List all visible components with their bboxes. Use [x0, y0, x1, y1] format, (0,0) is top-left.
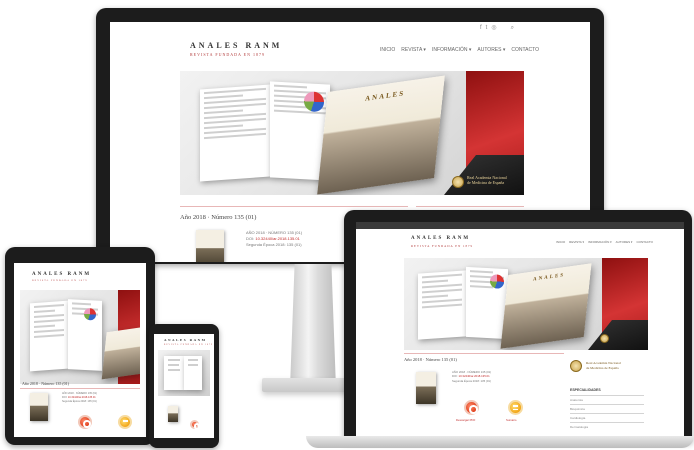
- instagram-icon[interactable]: ◎: [491, 25, 500, 31]
- doi-prefix: DOI:: [246, 236, 255, 242]
- academy-crest-icon: [600, 334, 609, 343]
- pie-figure: [84, 307, 96, 321]
- issue-title[interactable]: Año 2018 · Número 135 (01): [180, 214, 256, 221]
- issue-thumbnail[interactable]: [30, 393, 48, 421]
- summary-icon[interactable]: [118, 415, 132, 429]
- pie-figure: [490, 274, 504, 289]
- nav-revista[interactable]: REVISTA ▾: [401, 47, 426, 53]
- divider-line: [404, 353, 564, 354]
- sidebar-item[interactable]: Cardiología: [570, 416, 585, 420]
- hero-dark-panel: [588, 320, 648, 350]
- journal-cover: ANALES: [317, 75, 445, 195]
- summary-label[interactable]: Sumario: [506, 418, 516, 422]
- pdf-download-label[interactable]: Descargar PDF: [456, 418, 475, 422]
- issue-title[interactable]: Año 2018 · Número 135 (01): [22, 381, 69, 386]
- nav-autores[interactable]: AUTORES ▾: [616, 240, 633, 244]
- pdf-download-icon[interactable]: [464, 400, 479, 415]
- phone-screen: ANALES RANM REVISTA FUNDADA EN 1879: [154, 334, 214, 438]
- meta-epoch: Segunda Época 2018: 135 (01): [62, 399, 97, 403]
- pdf-download-icon[interactable]: [190, 420, 200, 430]
- issue-meta: AÑO 2018 · NÚMERO 135 (01) DOI: 10.32440…: [246, 230, 302, 249]
- doi-link[interactable]: 10.32440/ar.2018.135.01: [459, 374, 490, 378]
- journal-cover: [101, 326, 140, 380]
- pdf-download-icon[interactable]: [78, 415, 92, 429]
- nav-inicio[interactable]: INICIO: [556, 240, 565, 244]
- institution-line-1: Real Academia Nacional: [586, 361, 621, 365]
- institution-line-2: de Medicina de España: [467, 180, 505, 186]
- open-journal-left: [200, 84, 270, 182]
- sidebar-item[interactable]: Bioquímica: [570, 407, 585, 411]
- issue-thumbnail[interactable]: [196, 230, 224, 262]
- open-journal-left: [30, 300, 68, 372]
- nav-contacto[interactable]: CONTACTO: [636, 240, 653, 244]
- sidebar-divider: [570, 395, 644, 396]
- cover-title: ANALES: [532, 273, 566, 283]
- sidebar-item[interactable]: Dermatología: [570, 425, 588, 429]
- logo-subtitle: REVISTA FUNDADA EN 1879: [164, 344, 214, 346]
- logo-title[interactable]: ANALES RANM: [32, 272, 91, 277]
- open-journal-right: [184, 356, 202, 390]
- monitor-stand: [290, 264, 336, 388]
- issue-thumbnail[interactable]: [168, 406, 178, 422]
- hero-banner: ANALES Real Academia Nacional de Medicin…: [180, 71, 524, 195]
- doi-prefix: DOI:: [62, 395, 68, 399]
- main-nav: INICIO REVISTA ▾ INFORMACIÓN ▾ AUTORES ▾…: [556, 240, 653, 244]
- sidebar-item[interactable]: Anatomía: [570, 398, 583, 402]
- sidebar-divider: [570, 404, 644, 405]
- divider-line: [20, 388, 140, 389]
- academy-crest-icon: [570, 360, 582, 372]
- hero-banner: [20, 290, 140, 384]
- sidebar-divider: [570, 422, 644, 423]
- cover-title: ANALES: [364, 89, 406, 103]
- pie-figure: [304, 91, 324, 113]
- laptop-top-bar: [356, 222, 684, 229]
- summary-icon[interactable]: [508, 400, 523, 415]
- institution-name: Real Academia Nacional de Medicina de Es…: [467, 175, 507, 185]
- journal-cover: ANALES: [500, 263, 592, 349]
- open-journal-left: [418, 270, 466, 340]
- hero-banner: ANALES: [404, 258, 648, 350]
- logo-title[interactable]: ANALES RANM: [411, 236, 470, 241]
- social-bar: ft◎ ⌕: [480, 24, 518, 32]
- tablet-screen: ANALES RANM REVISTA FUNDADA EN 1879 Año …: [14, 263, 146, 437]
- doi-link[interactable]: 10.32440/ar.2018.135.01: [68, 396, 96, 399]
- issue-meta: AÑO 2018 · NÚMERO 135 (01) DOI: 10.32440…: [452, 370, 491, 383]
- main-nav: INICIO REVISTA ▾ INFORMACIÓN ▾ AUTORES ▾…: [380, 47, 539, 53]
- nav-revista[interactable]: REVISTA ▾: [569, 240, 584, 244]
- laptop-base: [306, 436, 694, 448]
- institution-name: Real Academia Nacional de Medicina de Es…: [586, 361, 621, 370]
- divider-line: [416, 206, 524, 207]
- logo-title[interactable]: ANALES RANM: [190, 41, 282, 50]
- logo-subtitle: REVISTA FUNDADA EN 1879: [411, 244, 474, 248]
- search-icon[interactable]: ⌕: [511, 25, 518, 31]
- laptop-screen: ANALES RANM REVISTA FUNDADA EN 1879 INIC…: [356, 222, 684, 436]
- open-journal-left: [164, 356, 184, 390]
- institution-line-2: de Medicina de España: [586, 365, 619, 370]
- academy-crest-icon: [452, 176, 464, 188]
- logo-title[interactable]: ANALES RANM: [164, 338, 206, 342]
- sidebar-divider: [570, 413, 644, 414]
- nav-contacto[interactable]: CONTACTO: [511, 47, 539, 53]
- issue-title[interactable]: Año 2018 · Número 135 (01): [404, 357, 457, 362]
- meta-epoch: Segunda Época 2018: 135 (01): [452, 378, 491, 383]
- nav-informacion[interactable]: INFORMACIÓN ▾: [588, 240, 612, 244]
- meta-epoch: Segunda Época 2018: 135 (01): [246, 242, 302, 248]
- issue-meta: AÑO 2018 · NÚMERO 135 (01) DOI: 10.32440…: [62, 392, 97, 404]
- logo-subtitle: REVISTA FUNDADA EN 1879: [190, 52, 266, 57]
- open-journal-right: [68, 299, 102, 371]
- nav-informacion[interactable]: INFORMACIÓN ▾: [432, 47, 471, 53]
- doi-prefix: DOI:: [452, 374, 458, 379]
- hero-banner: [158, 350, 210, 396]
- responsive-mockup: ANALES RANM REVISTA FUNDADA EN 1879 INIC…: [0, 0, 694, 450]
- logo-subtitle: REVISTA FUNDADA EN 1879: [32, 279, 88, 282]
- issue-thumbnail[interactable]: [416, 372, 436, 404]
- nav-autores[interactable]: AUTORES ▾: [477, 47, 505, 53]
- divider-line: [180, 206, 408, 207]
- nav-inicio[interactable]: INICIO: [380, 47, 395, 53]
- doi-link[interactable]: 10.32440/ar.2018.135.01: [255, 236, 300, 241]
- sidebar-heading: ESPECIALIDADES: [570, 388, 601, 392]
